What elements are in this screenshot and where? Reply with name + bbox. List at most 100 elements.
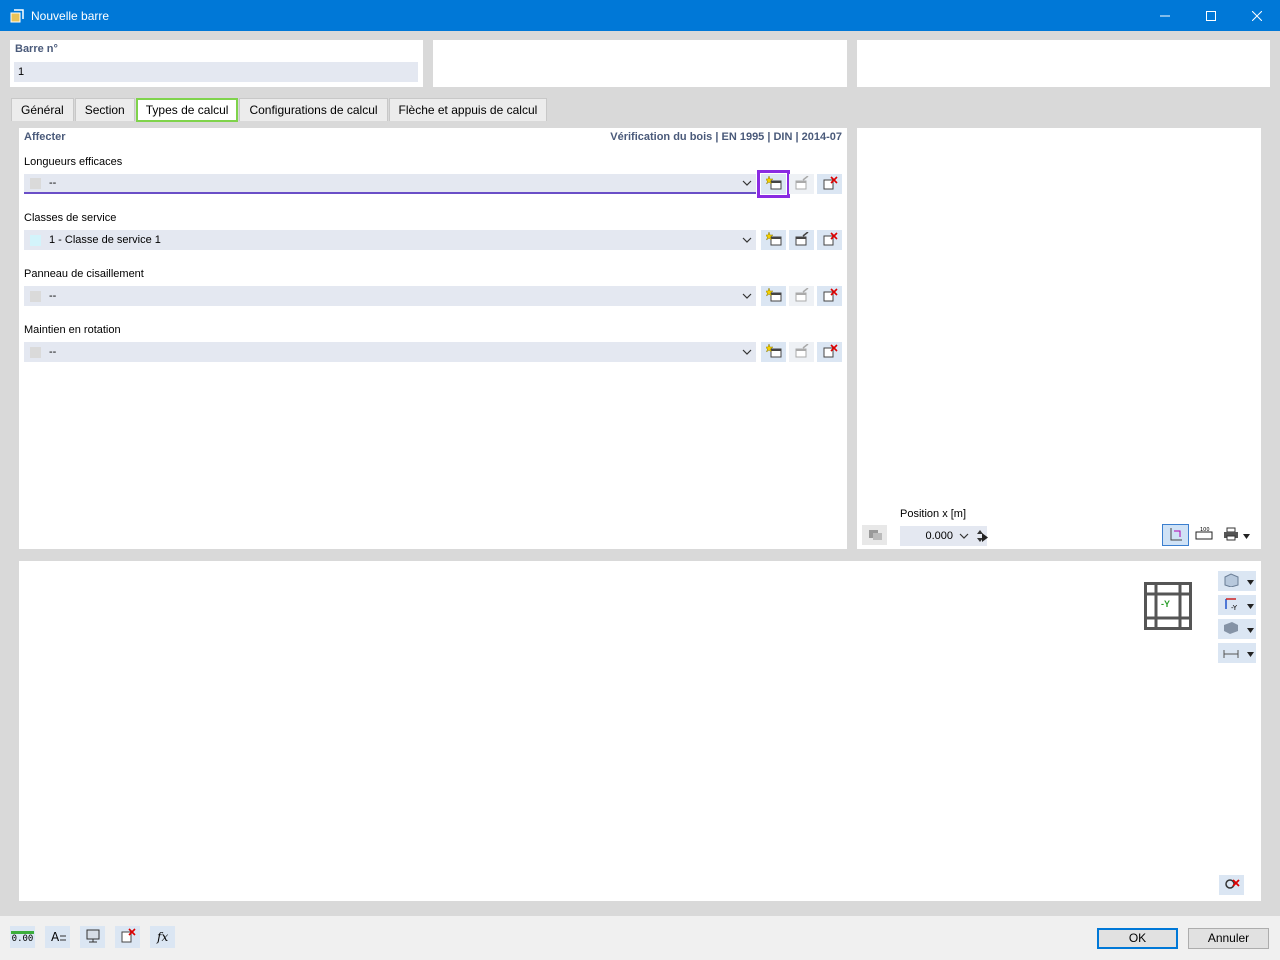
dimension-icon — [1168, 526, 1184, 545]
new-object-button[interactable] — [757, 170, 790, 198]
maximize-icon[interactable] — [1188, 0, 1234, 31]
delete-object-icon — [822, 231, 838, 249]
new-object-icon — [763, 174, 782, 193]
delete-button[interactable] — [115, 926, 140, 948]
display-settings-button[interactable] — [80, 926, 105, 948]
combo-maintien-en-rotation[interactable]: -- — [24, 342, 756, 362]
assignment-panel: Affecter Vérification du bois | EN 1995 … — [19, 128, 847, 549]
dimension-view-button[interactable] — [1162, 524, 1189, 546]
bar-number-label: Barre n° — [15, 43, 58, 55]
section-view-icon — [867, 527, 883, 544]
ok-button[interactable]: OK — [1097, 928, 1178, 949]
field-label-maintien: Maintien en rotation — [24, 324, 121, 336]
combo-value: -- — [49, 177, 57, 189]
function-icon: fx — [155, 928, 171, 947]
edit-object-button[interactable] — [789, 342, 814, 362]
dimension-line-icon — [1222, 645, 1240, 662]
delete-object-icon — [822, 175, 838, 193]
close-icon[interactable] — [1234, 0, 1280, 31]
minimize-icon[interactable] — [1142, 0, 1188, 31]
print-button[interactable] — [1219, 525, 1253, 545]
edit-object-icon — [794, 174, 810, 193]
new-object-icon — [763, 230, 782, 249]
numbering-icon: 100 — [1195, 527, 1213, 544]
chevron-down-icon[interactable] — [738, 349, 756, 355]
text-label-button[interactable]: A — [45, 926, 70, 948]
axis-direction-button[interactable]: -Y — [1218, 595, 1256, 615]
cube-icon — [1222, 572, 1240, 590]
view-axis-label: -Y — [1161, 599, 1170, 609]
delete-object-button[interactable] — [817, 174, 842, 194]
formula-button[interactable]: fx — [150, 926, 175, 948]
tab-types-de-calcul[interactable]: Types de calcul — [135, 98, 239, 122]
delete-object-button[interactable] — [817, 286, 842, 306]
new-object-icon — [763, 342, 782, 361]
edit-object-icon — [794, 230, 810, 249]
chevron-down-icon[interactable] — [738, 237, 756, 243]
app-icon — [9, 8, 25, 24]
header-panel-3 — [857, 40, 1270, 87]
svg-text:A: A — [51, 930, 60, 944]
text-label-icon: A — [50, 928, 66, 947]
dialog-footer: 0.00 A fx OK Annuler — [0, 916, 1280, 960]
printer-icon — [1223, 527, 1239, 544]
new-object-button[interactable] — [761, 342, 786, 362]
color-swatch — [30, 346, 41, 358]
new-object-button[interactable] — [761, 286, 786, 306]
color-swatch — [30, 234, 41, 246]
svg-text:fx: fx — [156, 930, 168, 944]
chevron-down-icon[interactable] — [959, 530, 973, 542]
reset-view-button[interactable] — [1219, 875, 1244, 895]
delete-object-button[interactable] — [817, 342, 842, 362]
combo-panneau-de-cisaillement[interactable]: -- — [24, 286, 756, 306]
title-bar: Nouvelle barre — [0, 0, 1280, 31]
combo-value: -- — [49, 290, 57, 302]
edit-object-button[interactable] — [789, 230, 814, 250]
field-label-longueurs: Longueurs efficaces — [24, 156, 123, 168]
magnifier-reset-icon — [1224, 877, 1240, 894]
window-title: Nouvelle barre — [31, 8, 110, 23]
cancel-button[interactable]: Annuler — [1188, 928, 1269, 949]
norm-info: Vérification du bois | EN 1995 | DIN | 2… — [610, 131, 842, 143]
combo-longueurs-efficaces[interactable]: -- — [24, 174, 756, 194]
edit-object-button[interactable] — [789, 174, 814, 194]
chevron-down-icon[interactable] — [1247, 574, 1254, 588]
numbering-button[interactable]: 100 — [1191, 525, 1216, 545]
combo-value: -- — [49, 346, 57, 358]
delete-object-icon — [822, 287, 838, 305]
tab-configurations-de-calcul[interactable]: Configurations de calcul — [239, 98, 388, 121]
chevron-down-icon[interactable] — [1247, 646, 1254, 660]
preview-panel: Position x [m] 0.000 100 — [857, 128, 1261, 549]
position-spinner[interactable]: 0.000 — [900, 526, 987, 546]
field-label-classes: Classes de service — [24, 212, 117, 224]
tab-general[interactable]: Général — [11, 98, 74, 121]
color-swatch — [30, 290, 41, 302]
new-object-button[interactable] — [761, 230, 786, 250]
tab-fleche-et-appuis[interactable]: Flèche et appuis de calcul — [388, 98, 548, 121]
edit-object-icon — [794, 342, 810, 361]
header-panel-2 — [433, 40, 847, 87]
chevron-down-icon[interactable] — [1247, 622, 1254, 636]
bar-number-field[interactable]: 1 — [14, 62, 418, 82]
3d-view-panel: -Y -Y — [19, 561, 1261, 901]
values-icon: 0.00 — [10, 930, 35, 944]
view-mode-button[interactable] — [1218, 571, 1256, 591]
dimension-mode-button[interactable] — [1218, 643, 1256, 663]
chevron-down-icon[interactable] — [1242, 528, 1250, 542]
tab-section[interactable]: Section — [74, 98, 135, 121]
section-view-button[interactable] — [862, 525, 887, 545]
chevron-down-icon[interactable] — [1247, 598, 1254, 612]
play-icon[interactable] — [982, 531, 988, 545]
render-mode-button[interactable] — [1218, 619, 1256, 639]
chevron-down-icon[interactable] — [738, 180, 756, 186]
values-button[interactable]: 0.00 — [10, 926, 35, 948]
delete-object-button[interactable] — [817, 230, 842, 250]
delete-object-icon — [822, 343, 838, 361]
edit-object-button[interactable] — [789, 286, 814, 306]
combo-classes-de-service[interactable]: 1 - Classe de service 1 — [24, 230, 756, 250]
bar-number-panel: Barre n° 1 — [10, 40, 423, 87]
display-icon — [85, 928, 101, 947]
position-value: 0.000 — [925, 530, 953, 542]
chevron-down-icon[interactable] — [738, 293, 756, 299]
view-cube-icon[interactable]: -Y — [1144, 582, 1192, 633]
